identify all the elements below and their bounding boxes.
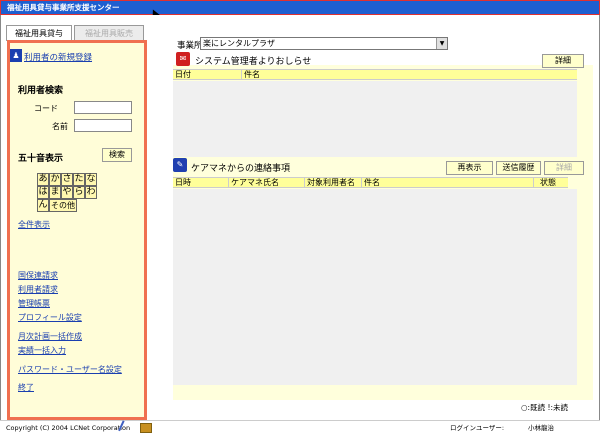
col-datetime: 日時 (175, 178, 191, 187)
book-icon (140, 423, 152, 433)
office-select[interactable]: 楽にレンタルプラザ ▼ (200, 37, 448, 50)
new-user-link[interactable]: 利用者の新規登録 (24, 51, 92, 63)
user-search-heading: 利用者検索 (18, 86, 64, 96)
caremanager-detail-button[interactable]: 詳細 (544, 161, 584, 175)
name-input[interactable] (74, 119, 132, 132)
kokuhoren-billing-link[interactable]: 国保連請求 (18, 270, 58, 281)
code-label: コード (34, 104, 58, 113)
col-date: 日付 (175, 70, 191, 79)
new-user-icon[interactable]: ♟ (10, 49, 22, 62)
bulk-record-input-link[interactable]: 実績一括入力 (18, 345, 66, 356)
system-notice-title: システム管理者よりおしらせ (195, 57, 312, 67)
window-title: 福祉用具貸与事業所支援センター (7, 3, 120, 12)
monthly-plan-link[interactable]: 月次計画一括作成 (18, 331, 82, 342)
kana-ta-button[interactable]: た (73, 173, 85, 186)
status-bar: Copyright (C) 2004 LCNet Corporation ログイ… (0, 420, 600, 434)
caremanager-title: ケアマネからの連絡事項 (191, 164, 291, 174)
kana-other-button[interactable]: その他 (49, 199, 77, 212)
notice-table-header: 日付 件名 (173, 69, 577, 80)
password-settings-link[interactable]: パスワード・ユーザー名設定 (18, 364, 122, 375)
kana-sa-button[interactable]: さ (61, 173, 73, 186)
caremanager-message-icon: ✎ (173, 158, 187, 172)
tab-rental[interactable]: 福祉用具貸与 (6, 25, 72, 41)
kana-wa-button[interactable]: わ (85, 186, 97, 199)
kana-ra-button[interactable]: ら (73, 186, 85, 199)
left-sidebar (7, 40, 147, 420)
caremanager-table-body (173, 189, 577, 385)
notice-table-body (173, 81, 577, 157)
col-caremanager: ケアマネ氏名 (228, 178, 304, 188)
user-billing-link[interactable]: 利用者請求 (18, 284, 58, 295)
notice-detail-button[interactable]: 詳細 (542, 54, 584, 68)
kana-na-button[interactable]: な (85, 173, 97, 186)
office-label: 事業所 (177, 41, 203, 51)
col-status: 状態 (533, 178, 568, 188)
kana-ka-button[interactable]: か (49, 173, 61, 186)
show-all-link[interactable]: 全件表示 (18, 219, 50, 230)
logout-link[interactable]: 終了 (18, 382, 34, 393)
tab-sales[interactable]: 福祉用具販売 (74, 25, 144, 41)
col-target-user: 対象利用者名 (304, 178, 361, 188)
code-input[interactable] (74, 101, 132, 114)
read-legend: ○:既読 !:未読 (521, 403, 568, 412)
kana-ya-button[interactable]: や (61, 186, 73, 199)
caremanager-table-header: 日時 ケアマネ氏名 対象利用者名 件名 状態 (173, 177, 568, 188)
management-report-link[interactable]: 管理帳票 (18, 298, 50, 309)
login-user-label: ログインユーザー: (450, 424, 505, 432)
kana-n-button[interactable]: ん (37, 199, 49, 212)
col-subject: 件名 (241, 70, 577, 80)
kana-a-button[interactable]: あ (37, 173, 49, 186)
office-select-value: 楽にレンタルプラザ (203, 39, 275, 48)
search-button[interactable]: 検索 (102, 148, 132, 162)
window-title-bar: 福祉用具貸与事業所支援センター (0, 0, 600, 15)
kana-ma-button[interactable]: ま (49, 186, 61, 199)
send-history-button[interactable]: 送信履歴 (496, 161, 541, 175)
main-frame: 福祉用具貸与 福祉用具販売 ♟ 利用者の新規登録 利用者検索 コード 名前 五十… (0, 15, 600, 434)
kana-ha-button[interactable]: は (37, 186, 49, 199)
notice-icon: ✉ (176, 52, 190, 66)
gojuon-heading: 五十音表示 (18, 154, 64, 164)
refresh-button[interactable]: 再表示 (446, 161, 493, 175)
copyright: Copyright (C) 2004 LCNet Corporation (6, 424, 131, 432)
login-user-name: 小林龍治 (528, 424, 554, 432)
name-label: 名前 (52, 122, 68, 131)
profile-settings-link[interactable]: プロフィール設定 (18, 312, 82, 323)
chevron-down-icon[interactable]: ▼ (436, 38, 447, 49)
col-subject: 件名 (361, 178, 533, 188)
